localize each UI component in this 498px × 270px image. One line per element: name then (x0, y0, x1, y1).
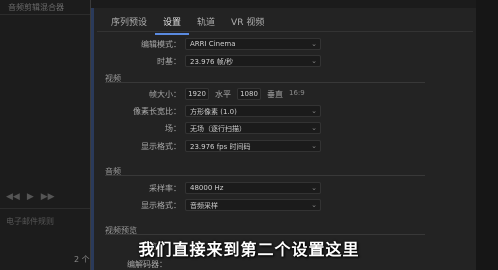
play-icon[interactable]: ▶ (27, 192, 34, 202)
pixel-aspect-label: 像素长宽比： (133, 107, 181, 116)
frame-size-label: 帧大小： (149, 90, 181, 99)
editing-mode-select[interactable]: ARRI Cinema ⌄ (185, 38, 321, 50)
panel-title: 音频剪辑混合器 (8, 3, 64, 12)
audio-display-format-select[interactable]: 音频采样 ⌄ (185, 199, 321, 211)
timebase-select[interactable]: 23.976 帧/秒 ⌄ (185, 55, 321, 67)
step-forward-icon[interactable]: ▶▶ (41, 192, 55, 202)
panel-subtitle: 电子邮件规则 (6, 217, 54, 226)
fields-select[interactable]: 无场（逐行扫描） ⌄ (185, 122, 321, 134)
background-app-panel: 音频剪辑混合器 ◀◀ ▶ ▶▶ 电子邮件规则 2 个 (0, 0, 98, 270)
editing-mode-label: 编辑模式： (141, 40, 181, 49)
section-divider (105, 82, 425, 83)
audio-display-format-label: 显示格式： (141, 201, 181, 210)
chevron-down-icon: ⌄ (311, 107, 317, 115)
chevron-down-icon: ⌄ (311, 142, 317, 150)
transport-controls: ◀◀ ▶ ▶▶ (6, 190, 86, 204)
chevron-down-icon: ⌄ (311, 57, 317, 65)
fields-label: 场： (165, 124, 181, 133)
sample-rate-value: 48000 Hz (190, 184, 224, 192)
sample-rate-label: 采样率： (149, 184, 181, 193)
section-divider (105, 175, 425, 176)
divider (0, 208, 98, 209)
vertical-label: 垂直 (267, 90, 283, 99)
dialog-titlebar (91, 0, 479, 8)
audio-display-format-value: 音频采样 (190, 202, 218, 210)
sample-rate-select[interactable]: 48000 Hz ⌄ (185, 182, 321, 194)
chevron-down-icon: ⌄ (311, 124, 317, 132)
display-format-select[interactable]: 23.976 fps 时间码 ⌄ (185, 140, 321, 152)
horizontal-label: 水平 (215, 90, 231, 99)
frame-height-input[interactable]: 1080 (237, 88, 261, 100)
timebase-value: 23.976 帧/秒 (190, 58, 234, 66)
new-sequence-dialog: 序列预设 设置 轨道 VR 视频 编辑模式： ARRI Cinema ⌄ 时基：… (90, 0, 479, 270)
fields-value: 无场（逐行扫描） (190, 125, 246, 133)
dialog-left-edge (91, 8, 94, 270)
right-background (476, 0, 498, 270)
pixel-aspect-value: 方形像素 (1.0) (190, 108, 237, 116)
chevron-down-icon: ⌄ (311, 201, 317, 209)
section-divider (105, 234, 425, 235)
frame-width-input[interactable]: 1920 (185, 88, 209, 100)
chevron-down-icon: ⌄ (311, 40, 317, 48)
codec-label: 编解码器： (127, 260, 167, 269)
display-format-label: 显示格式： (141, 142, 181, 151)
video-subtitle: 我们直接来到第二个设置这里 (138, 240, 360, 259)
display-format-value: 23.976 fps 时间码 (190, 143, 251, 151)
editing-mode-value: ARRI Cinema (190, 40, 236, 48)
timebase-label: 时基： (157, 57, 181, 66)
divider (0, 14, 98, 15)
step-back-icon[interactable]: ◀◀ (6, 192, 20, 202)
pixel-aspect-select[interactable]: 方形像素 (1.0) ⌄ (185, 105, 321, 117)
tab-divider (97, 31, 473, 32)
aspect-ratio-text: 16:9 (289, 89, 305, 97)
chevron-down-icon: ⌄ (311, 184, 317, 192)
